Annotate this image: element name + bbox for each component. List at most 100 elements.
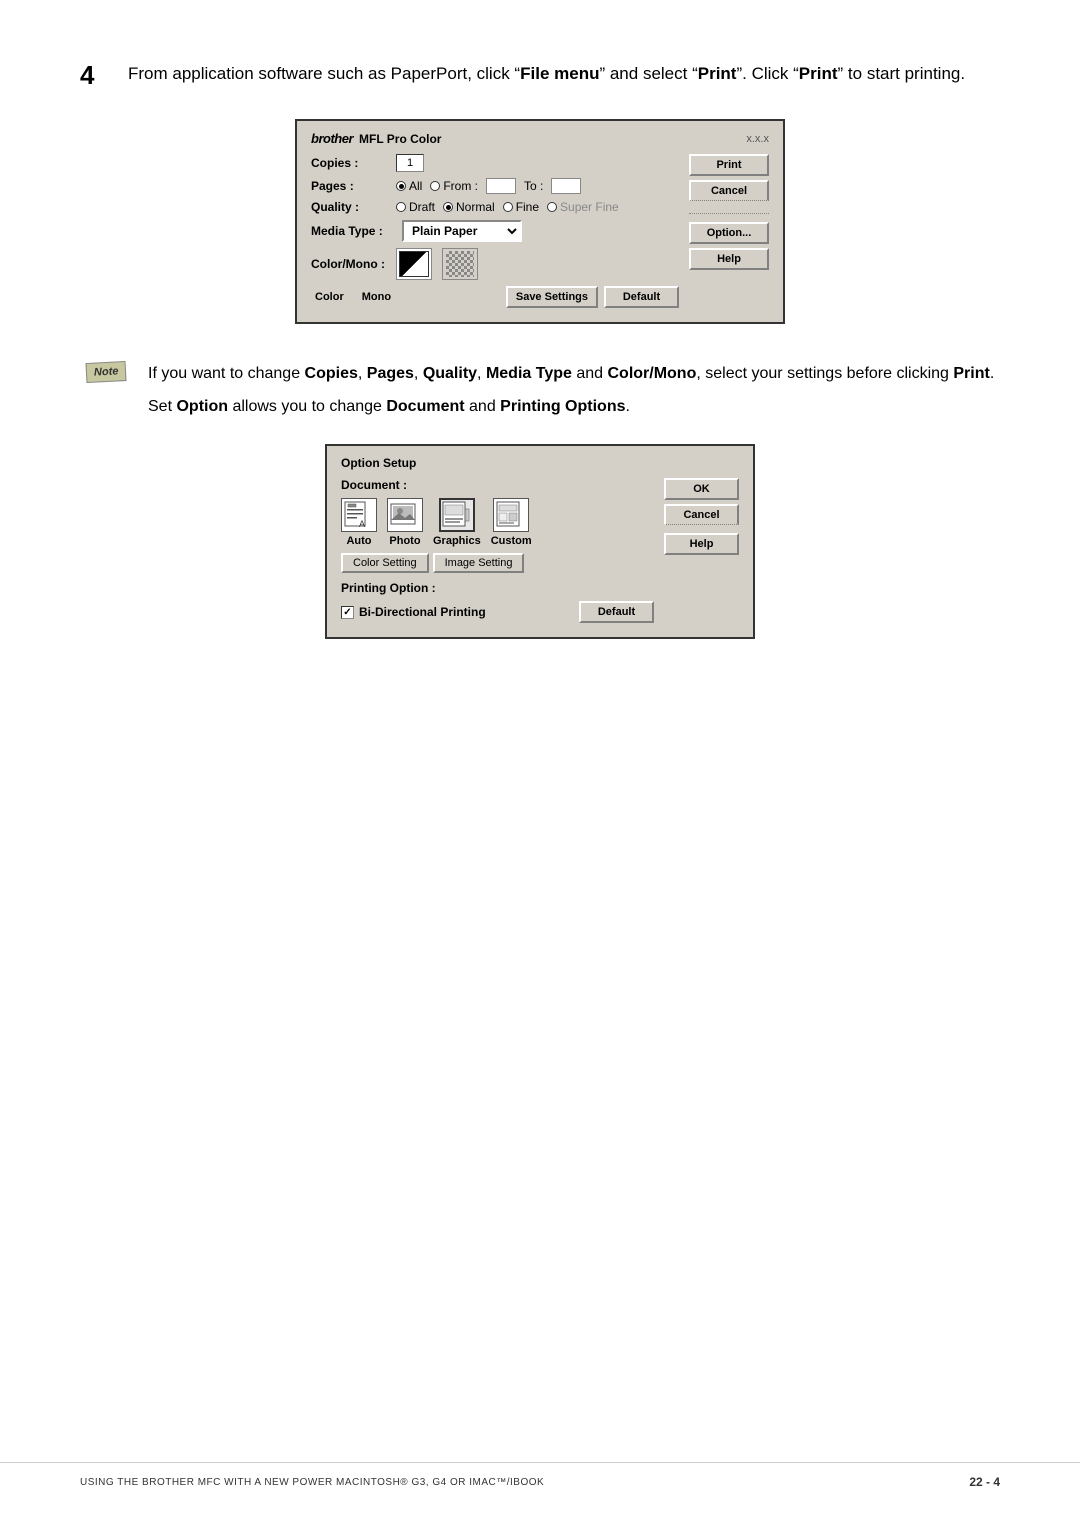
quality-fine-option[interactable]: Fine <box>503 200 539 214</box>
quality-normal-label: Normal <box>456 200 495 214</box>
doc-photo-svg <box>390 501 420 529</box>
bidirectional-row: ✓ Bi-Directional Printing Default <box>341 601 654 623</box>
option-default-button[interactable]: Default <box>579 601 654 623</box>
help-button[interactable]: Help <box>689 248 769 270</box>
quality-normal-option[interactable]: Normal <box>443 200 495 214</box>
dialog-titlebar: brother MFL Pro Color x.x.x <box>311 131 769 146</box>
pages-from-radio[interactable] <box>430 181 440 191</box>
quality-draft-radio[interactable] <box>396 202 406 212</box>
color-mono-label: Color/Mono : <box>311 257 396 271</box>
pages-all-radio[interactable] <box>396 181 406 191</box>
pages-label: Pages : <box>311 179 396 193</box>
page-footer: USING THE BROTHER MFC WITH A NEW POWER M… <box>0 1462 1080 1489</box>
note-content: If you want to change Copies, Pages, Qua… <box>148 360 994 420</box>
pages-from-input[interactable] <box>486 178 516 194</box>
svg-text:A: A <box>359 519 365 529</box>
printing-option-label: Printing Option : <box>341 581 654 595</box>
option-help-button[interactable]: Help <box>664 533 739 555</box>
color-icon[interactable] <box>396 248 432 280</box>
doc-photo-label: Photo <box>389 535 420 547</box>
quality-fine-label: Fine <box>516 200 539 214</box>
option-ok-button[interactable]: OK <box>664 478 739 500</box>
doc-auto-item[interactable]: A Auto <box>341 498 377 547</box>
quality-draft-option[interactable]: Draft <box>396 200 435 214</box>
media-select[interactable]: Plain Paper <box>402 220 522 242</box>
quality-options: Draft Normal Fine <box>396 200 619 214</box>
option-dialog-buttons: OK Cancel Help <box>664 478 739 623</box>
media-row: Media Type : Plain Paper <box>311 220 679 242</box>
color-text-label: Color <box>315 291 344 303</box>
footer-page-number: 22 - 4 <box>969 1475 1000 1489</box>
doc-auto-svg: A <box>344 501 374 529</box>
doc-icons-row: A Auto <box>341 498 654 547</box>
doc-graphics-label: Graphics <box>433 535 481 547</box>
option-dialog-header: Option Setup <box>341 456 739 470</box>
copies-row: Copies : <box>311 154 679 172</box>
copies-label: Copies : <box>311 156 396 170</box>
save-settings-button[interactable]: Save Settings <box>506 286 598 308</box>
quality-superfine-option[interactable]: Super Fine <box>547 200 619 214</box>
doc-photo-item[interactable]: Photo <box>387 498 423 547</box>
quality-fine-radio[interactable] <box>503 202 513 212</box>
note-second-line: Set Option allows you to change Document… <box>148 393 994 420</box>
bidirectional-checkbox[interactable]: ✓ <box>341 606 354 619</box>
pages-to-input[interactable] <box>551 178 581 194</box>
doc-photo-icon <box>387 498 423 532</box>
color-mono-labels: Color Mono <box>315 291 391 303</box>
dialog-product-name: MFL Pro Color <box>359 132 441 146</box>
doc-graphics-item[interactable]: Graphics <box>433 498 481 547</box>
color-icon-inner <box>399 251 429 277</box>
printing-option-section: Printing Option : ✓ Bi-Directional Print… <box>341 581 654 623</box>
image-setting-button[interactable]: Image Setting <box>433 553 525 573</box>
quality-normal-radio[interactable] <box>443 202 453 212</box>
pages-all-option[interactable]: All <box>396 179 422 193</box>
doc-custom-item[interactable]: Custom <box>491 498 532 547</box>
quality-superfine-radio[interactable] <box>547 202 557 212</box>
quality-row: Quality : Draft Normal <box>311 200 679 214</box>
doc-graphics-icon <box>439 498 475 532</box>
color-bottom-row: Color Mono Save Settings Default <box>311 286 679 308</box>
note-section: Note If you want to change Copies, Pages… <box>80 360 1000 420</box>
copies-input[interactable] <box>396 154 424 172</box>
step-text: From application software such as PaperP… <box>128 60 965 91</box>
step-4-instruction: 4 From application software such as Pape… <box>80 60 1000 91</box>
doc-custom-svg <box>496 501 526 529</box>
pages-all-label: All <box>409 179 422 193</box>
pages-from-option[interactable]: From : <box>430 179 478 193</box>
mono-text-label: Mono <box>362 291 391 303</box>
pages-row: Pages : All From : To : <box>311 178 679 194</box>
doc-custom-label: Custom <box>491 535 532 547</box>
media-label: Media Type : <box>311 224 396 238</box>
dialog-title: brother MFL Pro Color <box>311 131 441 146</box>
mono-icon[interactable] <box>442 248 478 280</box>
pages-to-label: To : <box>524 179 543 193</box>
option-button[interactable]: Option... <box>689 222 769 244</box>
print-dialog-wrapper: brother MFL Pro Color x.x.x Copies : Pag… <box>80 119 1000 324</box>
option-cancel-button[interactable]: Cancel <box>664 504 739 525</box>
doc-graphics-svg <box>442 501 472 529</box>
option-dialog-title: Option Setup <box>341 456 416 470</box>
note-icon-area: Note <box>80 360 132 420</box>
doc-custom-icon <box>493 498 529 532</box>
doc-auto-label: Auto <box>346 535 371 547</box>
option-dialog-body: Document : <box>341 478 739 623</box>
checkerboard-pattern <box>446 251 474 277</box>
pages-options: All From : To : <box>396 178 581 194</box>
option-dialog: Option Setup Document : <box>325 444 755 639</box>
cancel-button[interactable]: Cancel <box>689 180 769 201</box>
default-button[interactable]: Default <box>604 286 679 308</box>
print-button[interactable]: Print <box>689 154 769 176</box>
note-badge: Note <box>85 361 126 383</box>
option-fields: Document : <box>341 478 654 623</box>
color-setting-button[interactable]: Color Setting <box>341 553 429 573</box>
document-section-label: Document : <box>341 478 654 492</box>
setting-buttons-row: Color Setting Image Setting <box>341 553 654 573</box>
print-dialog-buttons: Print Cancel Option... Help <box>689 154 769 308</box>
quality-draft-label: Draft <box>409 200 435 214</box>
bidirectional-checkbox-item[interactable]: ✓ Bi-Directional Printing <box>341 605 486 619</box>
step-number: 4 <box>80 60 110 91</box>
dialog-fields: Copies : Pages : All <box>311 154 679 308</box>
quality-superfine-label: Super Fine <box>560 200 619 214</box>
doc-auto-icon: A <box>341 498 377 532</box>
print-dialog: brother MFL Pro Color x.x.x Copies : Pag… <box>295 119 785 324</box>
